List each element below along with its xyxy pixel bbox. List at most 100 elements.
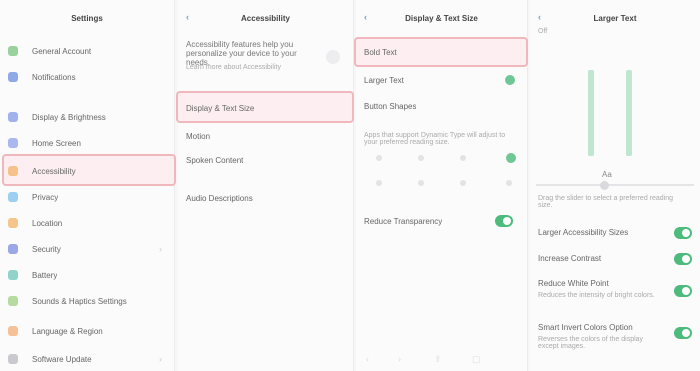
accessibility-intro: Accessibility features help you personal… — [186, 40, 297, 67]
grid-dot — [376, 155, 382, 161]
sound-icon — [8, 296, 18, 306]
check-icon — [505, 75, 515, 85]
lock-icon — [8, 244, 18, 254]
sidebar-item-update[interactable]: Software Update › — [8, 350, 164, 368]
accessibility-panel: ‹ Accessibility Accessibility features h… — [176, 0, 354, 371]
slider-value-label: Aa — [602, 170, 612, 179]
back-icon[interactable]: ‹ — [538, 13, 547, 22]
accessibility-learn-more[interactable]: Learn more about Accessibility — [186, 64, 296, 71]
bookmark-icon[interactable]: ▢ — [472, 354, 481, 365]
slider-caption: Drag the slider to select a preferred re… — [538, 195, 674, 209]
sidebar-item-general[interactable]: General Account — [8, 42, 164, 60]
sidebar-item-label: Home Screen — [32, 138, 81, 148]
sidebar-item-label: Battery — [32, 270, 58, 280]
option-sub: Reduces the intensity of bright colors. — [538, 292, 655, 299]
sidebar-item-security[interactable]: Security › — [8, 240, 164, 258]
item-larger-text[interactable]: Larger Text — [364, 71, 517, 89]
sidebar-item-label: General Account — [32, 46, 92, 56]
reduce-transparency-toggle[interactable] — [495, 215, 513, 227]
item-label: Audio Descriptions — [186, 193, 253, 203]
sidebar-item-label: Accessibility — [32, 166, 76, 176]
larger-text-panel: ‹ Larger Text Off Aa Drag the slider to … — [530, 0, 700, 371]
text-size-slider-thumb[interactable] — [600, 181, 609, 190]
display-text-title: ‹ Display & Text Size — [356, 10, 527, 26]
grid-dot — [460, 155, 466, 161]
forward-icon[interactable]: › — [398, 354, 401, 364]
text-size-bar-right — [626, 70, 632, 156]
item-label: Motion — [186, 131, 211, 141]
sidebar-item-display[interactable]: Display & Brightness — [8, 108, 164, 126]
sidebar-item-battery[interactable]: Battery — [8, 266, 164, 284]
option-reduce-white-point: Reduce White Point — [538, 274, 690, 292]
increase-contrast-toggle[interactable] — [674, 253, 692, 265]
item-label: Reduce Transparency — [364, 216, 443, 226]
text-size-slider-track[interactable] — [536, 184, 694, 186]
option-increase-contrast: Increase Contrast — [538, 249, 690, 267]
larger-text-side-label: Off — [538, 28, 548, 35]
accessibility-icon — [8, 166, 18, 176]
grid-dot — [506, 180, 512, 186]
item-bold-text[interactable]: Bold Text — [364, 43, 517, 61]
back-icon[interactable]: ‹ — [364, 13, 373, 22]
item-label: Spoken Content — [186, 155, 244, 165]
privacy-icon — [8, 192, 18, 202]
sidebar-item-label: Software Update — [32, 354, 92, 364]
back-icon[interactable]: ‹ — [186, 13, 195, 22]
grid-dot — [376, 180, 382, 186]
sidebar-item-home[interactable]: Home Screen — [8, 134, 164, 152]
item-display-text-size[interactable]: Display & Text Size — [186, 99, 343, 117]
sidebar-item-accessibility[interactable]: Accessibility — [8, 162, 164, 180]
sidebar-item-label: Location — [32, 218, 63, 228]
reduce-white-point-toggle[interactable] — [674, 285, 692, 297]
larger-accessibility-toggle[interactable] — [674, 227, 692, 239]
item-label: Larger Text — [364, 75, 404, 85]
display-icon — [8, 112, 18, 122]
item-audio-descriptions[interactable]: Audio Descriptions — [186, 189, 343, 207]
larger-text-title-text: Larger Text — [593, 13, 637, 23]
smart-invert-toggle[interactable] — [674, 327, 692, 339]
dynamic-type-note: Apps that support Dynamic Type will adju… — [364, 132, 506, 146]
sidebar-item-sounds[interactable]: Sounds & Haptics Settings — [8, 292, 164, 310]
settings-title: Settings — [71, 13, 103, 23]
sidebar-item-notifications[interactable]: Notifications — [8, 68, 164, 86]
grid-dot — [460, 180, 466, 186]
option-label: Increase Contrast — [538, 253, 602, 263]
text-size-bar-left — [588, 70, 594, 156]
sidebar-item-label: Display & Brightness — [32, 112, 106, 122]
grid-dot — [418, 180, 424, 186]
sidebar-item-language[interactable]: Language & Region — [8, 322, 164, 340]
home-icon — [8, 138, 18, 148]
update-icon — [8, 354, 18, 364]
globe-icon — [8, 326, 18, 336]
larger-text-title: ‹ Larger Text — [530, 10, 700, 26]
item-label: Display & Text Size — [186, 103, 255, 113]
back-icon[interactable]: ‹ — [366, 354, 369, 364]
item-spoken-content[interactable]: Spoken Content — [186, 151, 343, 169]
option-larger-accessibility-sizes: Larger Accessibility Sizes — [538, 223, 690, 241]
share-icon[interactable]: ⇪ — [434, 354, 442, 365]
sidebar-item-label: Security — [32, 244, 61, 254]
option-label: Smart Invert Colors Option — [538, 322, 633, 332]
option-label: Larger Accessibility Sizes — [538, 227, 629, 237]
sidebar-item-location[interactable]: Location — [8, 214, 164, 232]
item-label: Button Shapes — [364, 101, 417, 111]
sidebar-item-label: Sounds & Haptics Settings — [32, 296, 127, 306]
settings-panel: Settings General Account Notifications D… — [0, 0, 176, 371]
grid-dot — [418, 155, 424, 161]
location-icon — [8, 218, 18, 228]
accessibility-title-text: Accessibility — [241, 13, 290, 23]
item-button-shapes[interactable]: Button Shapes — [364, 97, 517, 115]
chevron-right-icon: › — [159, 354, 162, 364]
sidebar-item-label: Language & Region — [32, 326, 103, 336]
bell-icon — [8, 72, 18, 82]
sidebar-item-label: Privacy — [32, 192, 59, 202]
sidebar-item-privacy[interactable]: Privacy — [8, 188, 164, 206]
check-icon — [506, 153, 516, 163]
option-sub: Reverses the colors of the display excep… — [538, 336, 644, 350]
item-label: Bold Text — [364, 47, 397, 57]
option-label: Reduce White Point — [538, 278, 609, 288]
battery-icon — [8, 270, 18, 280]
accessibility-info-icon — [326, 50, 340, 64]
item-motion[interactable]: Motion — [186, 127, 343, 145]
display-text-panel: ‹ Display & Text Size Bold Text Larger T… — [354, 0, 528, 371]
